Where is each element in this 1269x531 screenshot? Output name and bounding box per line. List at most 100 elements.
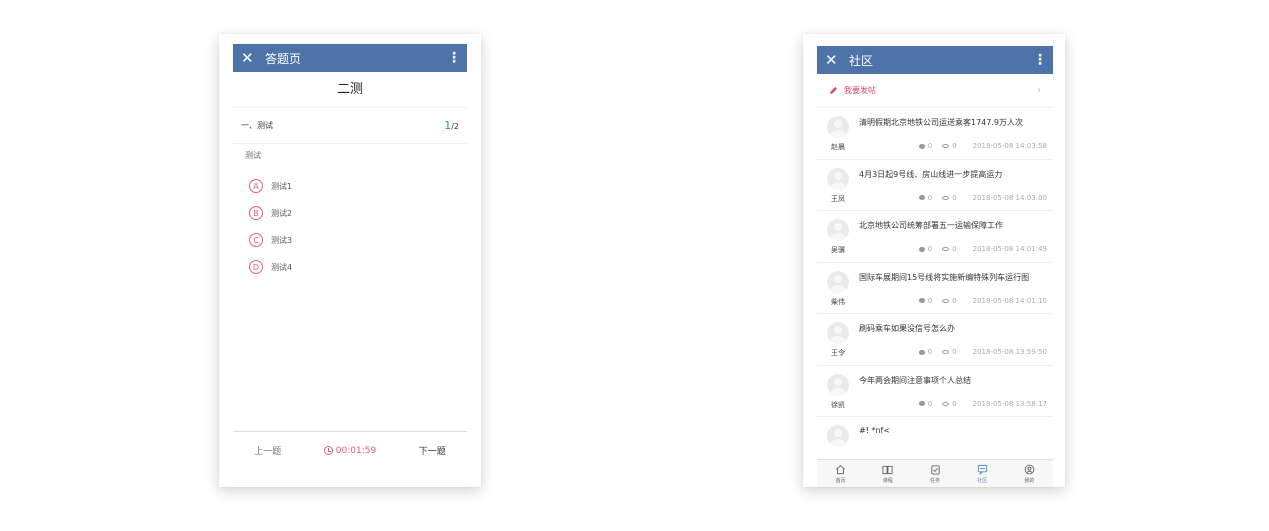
question-progress: 1/2: [444, 119, 459, 132]
more-options-icon[interactable]: ⋮: [1033, 52, 1047, 68]
avatar: [827, 270, 849, 293]
post-date: 2018-05-08 14:03:00: [972, 193, 1047, 202]
post-date: 2018-05-08 13:59:50: [972, 348, 1047, 356]
option-text: 测试4: [271, 262, 293, 272]
close-icon[interactable]: ✕: [825, 46, 843, 74]
option-letter: D: [249, 260, 263, 274]
comment-icon: [918, 298, 925, 303]
option-text: 测试2: [271, 208, 293, 218]
progress-total: /2: [451, 122, 459, 131]
post-title: #! *nf<: [859, 426, 891, 435]
eye-icon: [942, 247, 950, 251]
post-item[interactable]: 刷码乘车如果没信号怎么办 王令 0 0 2018-05-08 13:59:50: [817, 314, 1053, 366]
avatar: [827, 322, 849, 344]
post-author: 吴骥: [831, 246, 845, 254]
tab-tasks[interactable]: 任务: [911, 460, 958, 487]
post-date: 2018-05-08 14:01:10: [972, 296, 1047, 305]
comment-icon: [918, 246, 925, 252]
bottom-tab-bar: 首页 课程 任务 社区 我的: [817, 459, 1053, 487]
pencil-icon: [829, 86, 838, 95]
comment-count: 0: [927, 399, 933, 408]
eye-icon: [942, 298, 950, 303]
quiz-app-bar: ✕ 答题页 ⋮: [233, 44, 467, 72]
post-meta: 0 0 2018-05-08 13:58:17: [918, 399, 1047, 408]
post-item[interactable]: #! *nf<: [817, 417, 1053, 459]
post-item[interactable]: 今年两会期间注意事项个人总结 徐凯 0 0 2018-05-08 13:58:17: [817, 366, 1053, 417]
option-d[interactable]: D 测试4: [249, 259, 467, 275]
user-icon: [1024, 464, 1035, 474]
post-meta: 0 0 2018-05-08 13:59:50: [918, 348, 1047, 356]
post-item[interactable]: 4月3日起9号线、房山线进一步提高运力 王凤 0 0 2018-05-08 14:0…: [817, 160, 1053, 211]
comment-icon: [918, 349, 925, 355]
comment-count: 0: [927, 193, 933, 202]
avatar: [827, 425, 849, 447]
post-author: 王凤: [831, 194, 845, 203]
post-date: 2018-05-08 14:03:58: [972, 142, 1047, 150]
comment-icon: [918, 143, 925, 149]
view-count: 0: [952, 348, 957, 356]
tab-home[interactable]: 首页: [817, 460, 864, 487]
tab-label: 我的: [1024, 477, 1035, 484]
option-c[interactable]: C 测试3: [249, 232, 467, 248]
option-text: 测试3: [271, 235, 293, 245]
option-letter: A: [249, 179, 263, 193]
prev-question-button[interactable]: 上一题: [254, 444, 281, 457]
post-title: 4月3日起9号线、房山线进一步提高运力: [859, 169, 1003, 179]
more-options-icon[interactable]: ⋮: [447, 50, 461, 66]
post-author: 王令: [831, 349, 845, 357]
section-label: 一、测试: [241, 121, 273, 130]
quiz-screen: ✕ 答题页 ⋮ 二测 一、测试 1/2 测试 A 测试1 B 测试2 C 测试3…: [233, 44, 467, 487]
avatar: [827, 219, 849, 241]
app-bar-title: 答题页: [265, 51, 302, 66]
comment-count: 0: [927, 296, 933, 305]
tab-courses[interactable]: 课程: [864, 460, 911, 487]
task-icon: [930, 464, 940, 475]
tab-label: 任务: [930, 477, 941, 484]
avatar: [827, 116, 849, 138]
post-meta: 0 0 2018-05-08 14:01:10: [918, 296, 1047, 305]
community-screen: ✕ 社区 ⋮ 我要发帖 › 清明假期北京地铁公司运送乘客1747.9万人次 赵晨…: [817, 46, 1053, 487]
post-author: 徐凯: [831, 400, 845, 409]
community-phone-frame: ✕ 社区 ⋮ 我要发帖 › 清明假期北京地铁公司运送乘客1747.9万人次 赵晨…: [803, 34, 1065, 487]
tab-community[interactable]: 社区: [959, 460, 1006, 487]
quiz-footer: 上一题 00:01:59 下一题: [233, 431, 467, 469]
option-text: 测试1: [271, 181, 293, 191]
clock-icon: [323, 446, 333, 455]
post-title: 国际车展期间15号线将实施新编特殊列车运行图: [859, 272, 1030, 282]
options-list: A 测试1 B 测试2 C 测试3 D 测试4: [233, 178, 467, 275]
chevron-right-icon: ›: [1037, 85, 1041, 96]
quiz-title: 二测: [233, 72, 467, 108]
post-item[interactable]: 北京地铁公司统筹部署五一运输保障工作 吴骥 0 0 2018-05-08 14:01…: [817, 211, 1053, 263]
post-meta: 0 0 2018-05-08 14:03:00: [918, 193, 1047, 202]
next-question-button[interactable]: 下一题: [419, 444, 446, 457]
post-date: 2018-05-08 13:58:17: [972, 399, 1047, 408]
post-author: 赵晨: [831, 143, 845, 151]
close-icon[interactable]: ✕: [241, 44, 259, 72]
new-post-button[interactable]: 我要发帖 ›: [817, 74, 1053, 108]
tab-label: 首页: [835, 477, 846, 484]
avatar: [827, 167, 849, 190]
tab-label: 课程: [882, 477, 893, 484]
home-icon: [836, 464, 846, 474]
comment-count: 0: [927, 245, 933, 253]
question-text: 测试: [245, 151, 261, 160]
app-bar-title: 社区: [849, 53, 874, 68]
tab-profile[interactable]: 我的: [1006, 460, 1053, 487]
view-count: 0: [952, 193, 957, 202]
post-item[interactable]: 国际车展期间15号线将实施新编特殊列车运行图 柴伟 0 0 2018-05-08 1…: [817, 263, 1053, 314]
option-letter: B: [249, 206, 263, 220]
post-item[interactable]: 清明假期北京地铁公司运送乘客1747.9万人次 赵晨 0 0 2018-05-08 …: [817, 108, 1053, 160]
eye-icon: [942, 144, 950, 148]
post-feed[interactable]: 清明假期北京地铁公司运送乘客1747.9万人次 赵晨 0 0 2018-05-08 …: [817, 108, 1053, 459]
view-count: 0: [952, 142, 957, 150]
eye-icon: [942, 195, 950, 200]
comment-count: 0: [927, 142, 933, 150]
comment-icon: [918, 195, 925, 200]
countdown-timer: 00:01:59: [323, 446, 376, 456]
chat-icon: [977, 464, 987, 475]
option-a[interactable]: A 测试1: [249, 178, 467, 194]
option-letter: C: [249, 233, 263, 247]
option-b[interactable]: B 测试2: [249, 205, 467, 221]
post-meta: 0 0 2018-05-08 14:03:58: [918, 142, 1047, 150]
tab-label: 社区: [977, 477, 988, 484]
